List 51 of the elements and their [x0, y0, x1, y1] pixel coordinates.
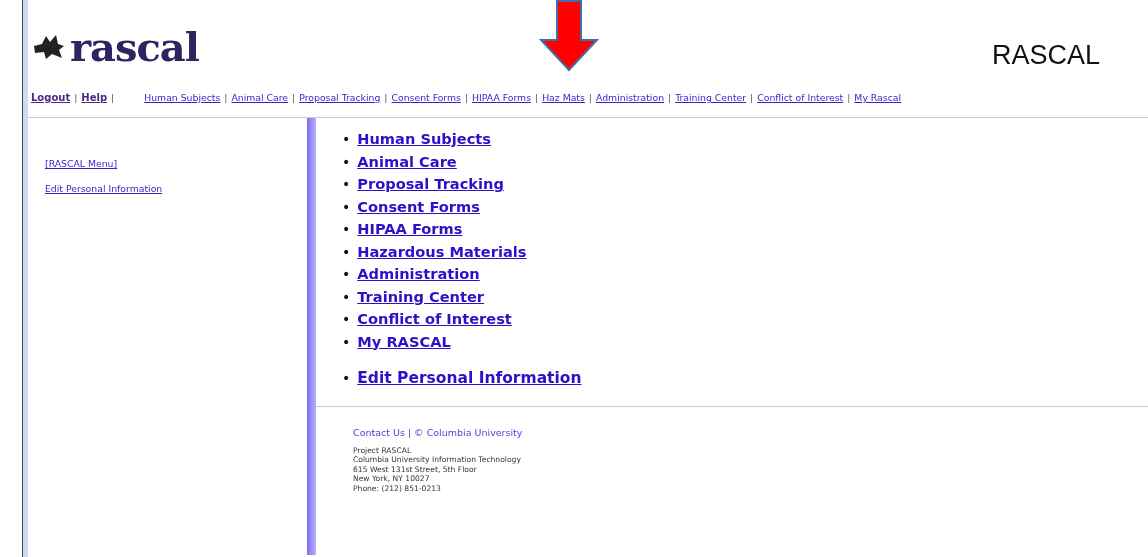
nav-link[interactable]: Training Center	[675, 92, 747, 103]
nav-link[interactable]: Administration	[596, 92, 665, 103]
nav-link[interactable]: Haz Mats	[542, 92, 585, 103]
sidebar-link[interactable]: Edit Personal Information	[45, 183, 307, 194]
menu-link[interactable]: HIPAA Forms	[357, 218, 463, 241]
menu-link[interactable]: Proposal Tracking	[357, 173, 504, 196]
separator: |	[74, 92, 78, 103]
separator: |	[588, 92, 592, 103]
menu-link[interactable]: Conflict of Interest	[357, 308, 512, 331]
menu-link[interactable]: Consent Forms	[357, 195, 480, 218]
nav-link[interactable]: Consent Forms	[391, 92, 461, 103]
separator: |	[464, 92, 469, 103]
bullet: •	[342, 242, 351, 262]
bullet: •	[342, 265, 351, 284]
bullet: •	[342, 369, 351, 388]
logo-text: rascal	[70, 22, 199, 70]
separator: |	[292, 92, 296, 103]
nav-link[interactable]: My Rascal	[854, 92, 902, 103]
menu-link[interactable]: Human Subjects	[357, 128, 491, 151]
menu-link[interactable]: My RASCAL	[357, 330, 451, 353]
bullet: •	[342, 152, 351, 172]
separator: |	[224, 92, 228, 103]
menu-link[interactable]: Administration	[357, 263, 480, 286]
separator: |	[535, 92, 539, 103]
nav-link[interactable]: HIPAA Forms	[472, 92, 531, 103]
separator: |	[750, 92, 754, 103]
nav-link[interactable]: Conflict of Interest	[757, 92, 844, 103]
bullet: •	[342, 197, 351, 217]
nav-link[interactable]: Human Subjects	[144, 92, 221, 103]
page-title: RASCAL	[991, 39, 1100, 71]
down-arrow-icon	[539, 0, 599, 72]
separator: |	[668, 92, 672, 103]
menu-link[interactable]: Hazardous Materials	[357, 240, 527, 263]
nav-link[interactable]: Help	[81, 92, 108, 103]
bullet: •	[342, 287, 351, 307]
menu-link[interactable]: Animal Care	[357, 150, 457, 173]
nav-link[interactable]: Logout	[31, 92, 71, 103]
bullet: •	[342, 220, 351, 239]
bullet: •	[342, 310, 351, 329]
nav-link[interactable]: Animal Care	[231, 92, 289, 103]
footer-links[interactable]: Contact Us | © Columbia University	[353, 427, 1148, 438]
bullet: •	[342, 332, 351, 352]
menu-link[interactable]: Training Center	[357, 285, 485, 308]
sidebar-link[interactable]: [RASCAL Menu]	[45, 158, 307, 169]
separator: |	[847, 92, 851, 103]
separator: |	[111, 92, 115, 103]
bullet: •	[342, 130, 351, 149]
nav-link[interactable]: Proposal Tracking	[299, 92, 381, 103]
bullet: •	[342, 175, 351, 194]
separator: |	[384, 92, 388, 103]
menu-link[interactable]: Edit Personal Information	[357, 367, 582, 390]
